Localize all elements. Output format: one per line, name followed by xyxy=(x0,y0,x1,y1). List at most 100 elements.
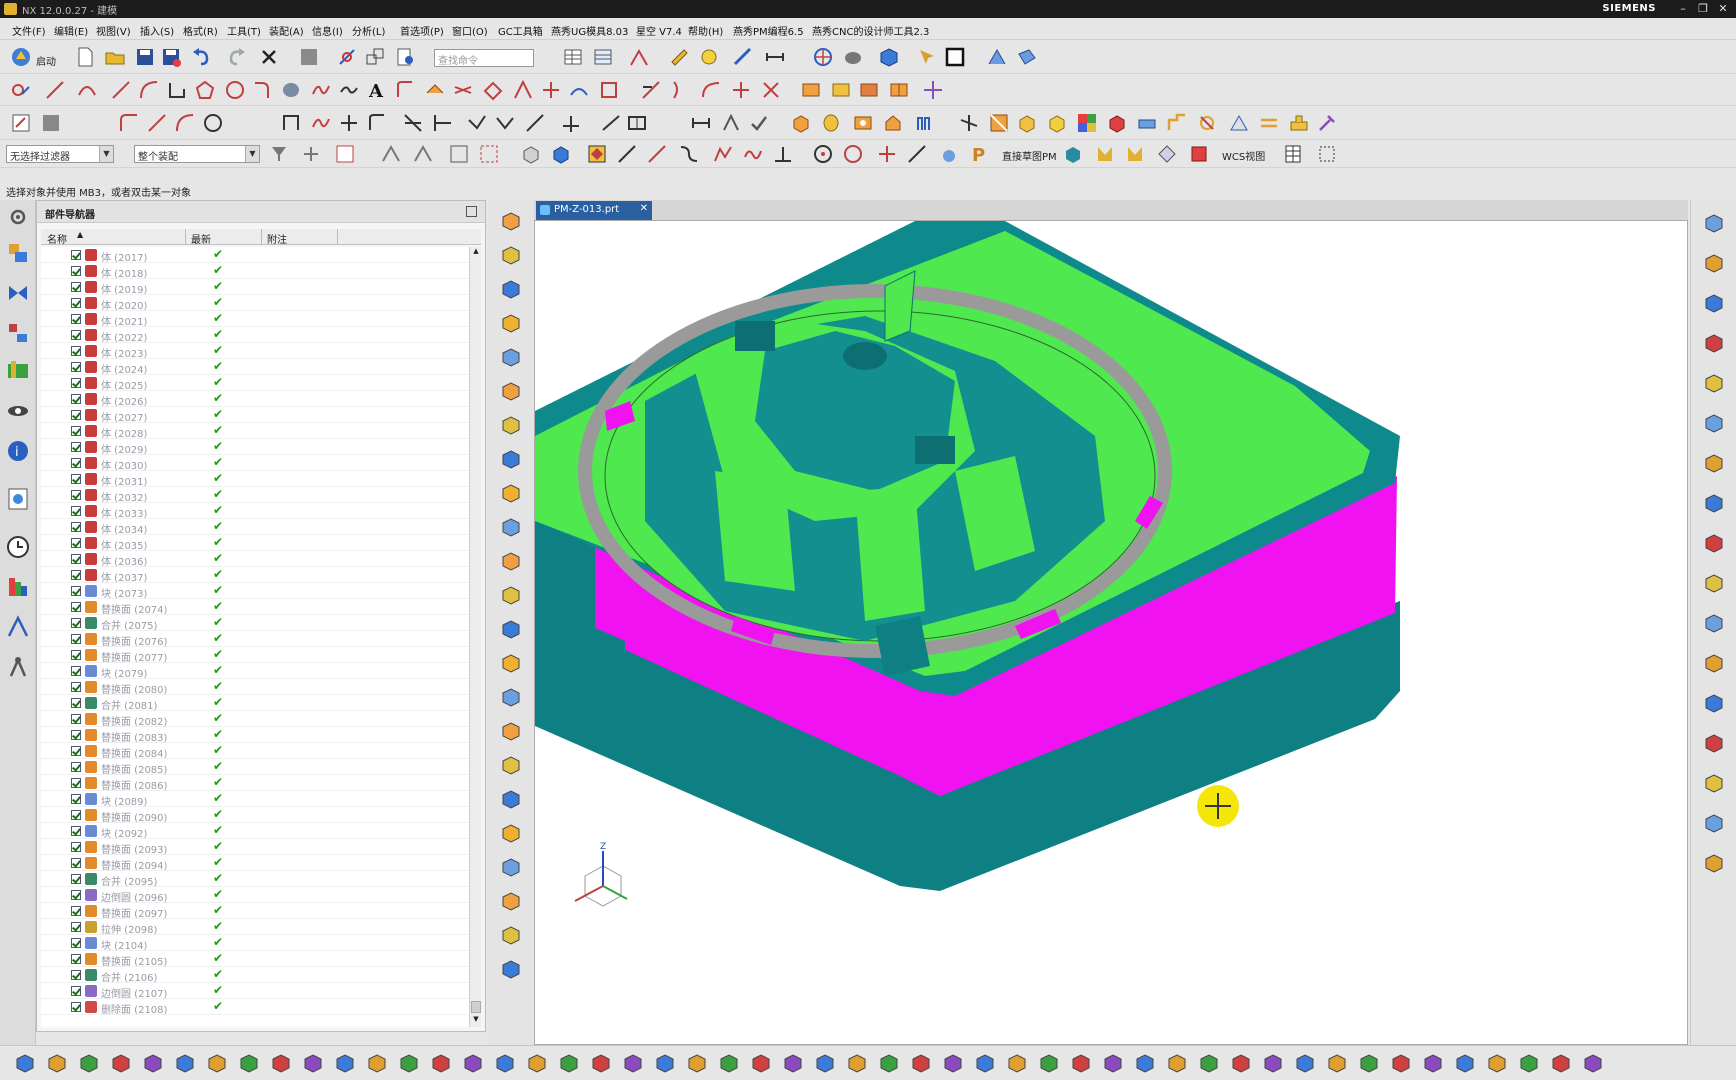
grid-view-icon[interactable] xyxy=(1282,143,1304,165)
menu-help[interactable]: 帮助(H) xyxy=(688,23,723,38)
orient-view-2-icon[interactable] xyxy=(1016,46,1038,68)
menu-file[interactable]: 文件(F) xyxy=(12,23,46,38)
checkbox[interactable] xyxy=(71,442,81,452)
tree-row[interactable]: 体 (2031) ✔ xyxy=(41,471,469,488)
side-tool-23-icon[interactable] xyxy=(498,956,524,982)
checkbox[interactable] xyxy=(71,250,81,260)
checkbox[interactable] xyxy=(71,922,81,932)
close-icon[interactable]: ✕ xyxy=(1716,2,1730,16)
bottom-tool-24-icon[interactable] xyxy=(748,1050,774,1076)
side-tool-5-icon[interactable] xyxy=(498,344,524,370)
tree-row[interactable]: 替换面 (2077) ✔ xyxy=(41,647,469,664)
dashed-box-icon[interactable] xyxy=(1316,143,1338,165)
navigator-scrollbar[interactable]: ▲ ▼ xyxy=(469,247,481,1027)
spreadsheet-icon[interactable] xyxy=(592,46,614,68)
fillet-icon[interactable] xyxy=(252,79,274,101)
tree-row[interactable]: 体 (2022) ✔ xyxy=(41,327,469,344)
tab-close-icon[interactable]: ✕ xyxy=(640,203,648,214)
checkbox[interactable] xyxy=(71,266,81,276)
color-grid-icon[interactable] xyxy=(1076,112,1098,134)
side-tool-2-icon[interactable] xyxy=(498,242,524,268)
extract-curve-icon[interactable] xyxy=(512,79,534,101)
tree-row[interactable]: 体 (2026) ✔ xyxy=(41,391,469,408)
column-name[interactable]: 名称 xyxy=(47,231,67,246)
tree-row[interactable]: 替换面 (2084) ✔ xyxy=(41,743,469,760)
roles-icon[interactable] xyxy=(5,614,31,640)
bottom-tool-29-icon[interactable] xyxy=(908,1050,934,1076)
checkbox[interactable] xyxy=(71,394,81,404)
side-tool-9-icon[interactable] xyxy=(498,480,524,506)
sketch-line-icon[interactable] xyxy=(146,112,168,134)
checkbox[interactable] xyxy=(71,346,81,356)
side-tool-6-icon[interactable] xyxy=(498,378,524,404)
bottom-tool-20-icon[interactable] xyxy=(620,1050,646,1076)
checkbox[interactable] xyxy=(71,458,81,468)
checkbox[interactable] xyxy=(71,330,81,340)
tree-row[interactable]: 合并 (2095) ✔ xyxy=(41,871,469,888)
sketch-arc-icon[interactable] xyxy=(174,112,196,134)
snap-perpendicular-icon[interactable] xyxy=(772,143,794,165)
scroll-down-icon[interactable]: ▼ xyxy=(471,1015,481,1027)
bottom-tool-39-icon[interactable] xyxy=(1228,1050,1254,1076)
bottom-tool-41-icon[interactable] xyxy=(1292,1050,1318,1076)
maximize-panel-icon[interactable] xyxy=(466,206,477,217)
tree-row[interactable]: 块 (2089) ✔ xyxy=(41,791,469,808)
tree-row[interactable]: 替换面 (2090) ✔ xyxy=(41,807,469,824)
bottom-tool-9-icon[interactable] xyxy=(268,1050,294,1076)
bottom-tool-31-icon[interactable] xyxy=(972,1050,998,1076)
side-tool-17-icon[interactable] xyxy=(498,752,524,778)
snap-plus-icon[interactable] xyxy=(876,143,898,165)
grid-icon[interactable] xyxy=(40,112,62,134)
bottom-tool-19-icon[interactable] xyxy=(588,1050,614,1076)
spline-icon[interactable] xyxy=(310,79,332,101)
checkbox[interactable] xyxy=(71,522,81,532)
offset-curve-icon[interactable] xyxy=(394,79,416,101)
checkbox[interactable] xyxy=(71,906,81,916)
save-as-icon[interactable] xyxy=(160,46,182,68)
polygon-icon[interactable] xyxy=(194,79,216,101)
trim-icon[interactable] xyxy=(640,79,662,101)
right-tool-14-icon[interactable] xyxy=(1701,730,1727,756)
mold-3-icon[interactable] xyxy=(858,79,880,101)
checkbox[interactable] xyxy=(71,282,81,292)
system-scenes-icon[interactable] xyxy=(5,654,31,680)
checkbox[interactable] xyxy=(71,1002,81,1012)
bottom-tool-14-icon[interactable] xyxy=(428,1050,454,1076)
checkbox[interactable] xyxy=(71,378,81,388)
extrude-icon[interactable] xyxy=(790,112,812,134)
measure-icon[interactable] xyxy=(668,46,690,68)
menu-tools[interactable]: 工具(T) xyxy=(227,23,261,38)
bottom-tool-37-icon[interactable] xyxy=(1164,1050,1190,1076)
snap-point-icon[interactable] xyxy=(300,143,322,165)
graphics-window[interactable]: Z xyxy=(534,220,1688,1045)
checkbox[interactable] xyxy=(71,506,81,516)
menu-info[interactable]: 信息(I) xyxy=(312,23,343,38)
tree-row[interactable]: 体 (2028) ✔ xyxy=(41,423,469,440)
snap-end-icon[interactable] xyxy=(334,143,356,165)
tree-row[interactable]: 替换面 (2105) ✔ xyxy=(41,951,469,968)
menu-view[interactable]: 视图(V) xyxy=(96,23,131,38)
thicken-icon[interactable] xyxy=(1136,112,1158,134)
tree-row[interactable]: 体 (2030) ✔ xyxy=(41,455,469,472)
text-icon[interactable]: A xyxy=(366,79,388,101)
tree-row[interactable]: 替换面 (2086) ✔ xyxy=(41,775,469,792)
tree-row[interactable]: 边倒圆 (2107) ✔ xyxy=(41,983,469,1000)
analysis-icon[interactable] xyxy=(698,46,720,68)
right-tool-2-icon[interactable] xyxy=(1701,250,1727,276)
checkbox[interactable] xyxy=(71,490,81,500)
divide-curve-icon[interactable] xyxy=(670,79,692,101)
render-icon[interactable] xyxy=(842,46,864,68)
bottom-tool-47-icon[interactable] xyxy=(1484,1050,1510,1076)
rib-icon[interactable] xyxy=(914,112,936,134)
tools-icon[interactable] xyxy=(1316,112,1338,134)
snap-arc-center-icon[interactable] xyxy=(478,143,500,165)
hole-icon[interactable] xyxy=(852,112,874,134)
intersect-curve-icon[interactable] xyxy=(452,79,474,101)
tree-row[interactable]: 体 (2036) ✔ xyxy=(41,551,469,568)
column-note[interactable]: 附注 xyxy=(267,231,287,246)
select-filter-icon[interactable] xyxy=(268,143,290,165)
finish-sketch-icon[interactable] xyxy=(748,112,770,134)
menu-yanxiu-cnc[interactable]: 燕秀CNC的设计师工具2.3 xyxy=(812,23,929,38)
right-tool-6-icon[interactable] xyxy=(1701,410,1727,436)
bottom-tool-43-icon[interactable] xyxy=(1356,1050,1382,1076)
